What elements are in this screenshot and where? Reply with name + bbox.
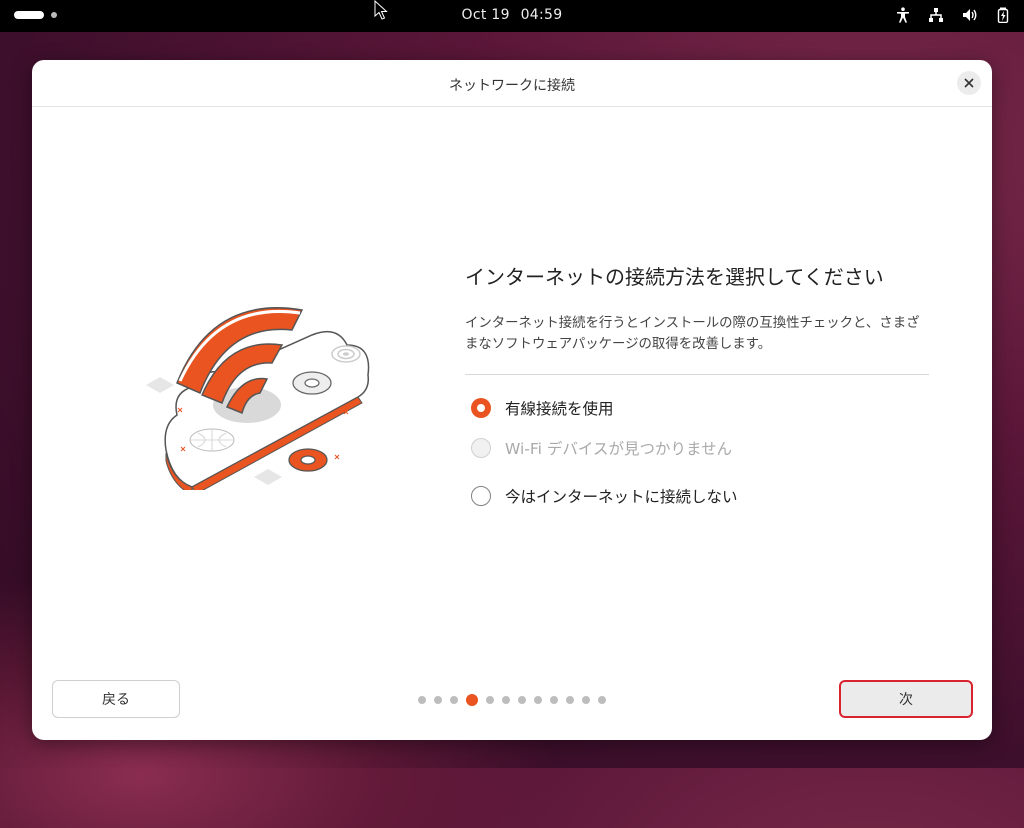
page-dot xyxy=(434,696,442,704)
option-wired-label: 有線接続を使用 xyxy=(505,400,614,418)
page-description: インターネット接続を行うとインストールの際の互換性チェックと、さまざまなソフトウ… xyxy=(465,316,920,352)
battery-icon[interactable] xyxy=(996,7,1010,23)
page-dot xyxy=(566,696,574,704)
clock-time: 04:59 xyxy=(520,7,563,23)
page-indicator xyxy=(418,694,606,706)
page-dot xyxy=(518,696,526,704)
network-wired-icon[interactable] xyxy=(928,7,944,23)
installer-dialog: ネットワークに接続 インターネットの接続方法を選択してください インターネット接… xyxy=(32,60,992,740)
radio-wifi xyxy=(471,438,491,458)
top-panel: Oct 19 04:59 xyxy=(0,0,1024,32)
page-dot xyxy=(534,696,542,704)
page-dot xyxy=(450,696,458,704)
connection-options: 有線接続を使用 Wi-Fi デバイスが見つかりません 今はインターネットに接続し… xyxy=(465,398,929,506)
radio-no-internet[interactable] xyxy=(471,486,491,506)
back-button[interactable]: 戻る xyxy=(52,680,180,718)
page-dot xyxy=(550,696,558,704)
option-no-internet[interactable]: 今はインターネットに接続しない xyxy=(471,486,929,506)
page-dot-active xyxy=(466,694,478,706)
network-illustration xyxy=(146,307,370,490)
option-no-internet-label: 今はインターネットに接続しない xyxy=(505,488,738,506)
option-wired[interactable]: 有線接続を使用 xyxy=(471,398,929,418)
clock[interactable]: Oct 19 04:59 xyxy=(0,7,1024,23)
close-button[interactable] xyxy=(957,71,981,95)
page-heading: インターネットの接続方法を選択してください xyxy=(465,265,884,289)
dialog-header: ネットワークに接続 xyxy=(32,60,992,107)
option-wifi: Wi-Fi デバイスが見つかりません xyxy=(471,438,929,458)
mouse-cursor-icon xyxy=(374,0,388,20)
radio-wired[interactable] xyxy=(471,398,491,418)
page-dot xyxy=(486,696,494,704)
page-dot xyxy=(502,696,510,704)
divider xyxy=(465,374,929,375)
dialog-title: ネットワークに接続 xyxy=(449,78,575,94)
option-wifi-label: Wi-Fi デバイスが見つかりません xyxy=(505,440,732,458)
system-tray[interactable] xyxy=(896,7,1010,23)
connection-panel: インターネットの接続方法を選択してください インターネット接続を行うとインストー… xyxy=(465,264,929,506)
accessibility-icon[interactable] xyxy=(896,7,910,23)
close-icon xyxy=(964,78,974,88)
page-dot xyxy=(418,696,426,704)
next-button[interactable]: 次 xyxy=(839,680,973,718)
page-dot xyxy=(598,696,606,704)
clock-date: Oct 19 xyxy=(461,7,510,23)
volume-icon[interactable] xyxy=(962,7,978,23)
page-dot xyxy=(582,696,590,704)
